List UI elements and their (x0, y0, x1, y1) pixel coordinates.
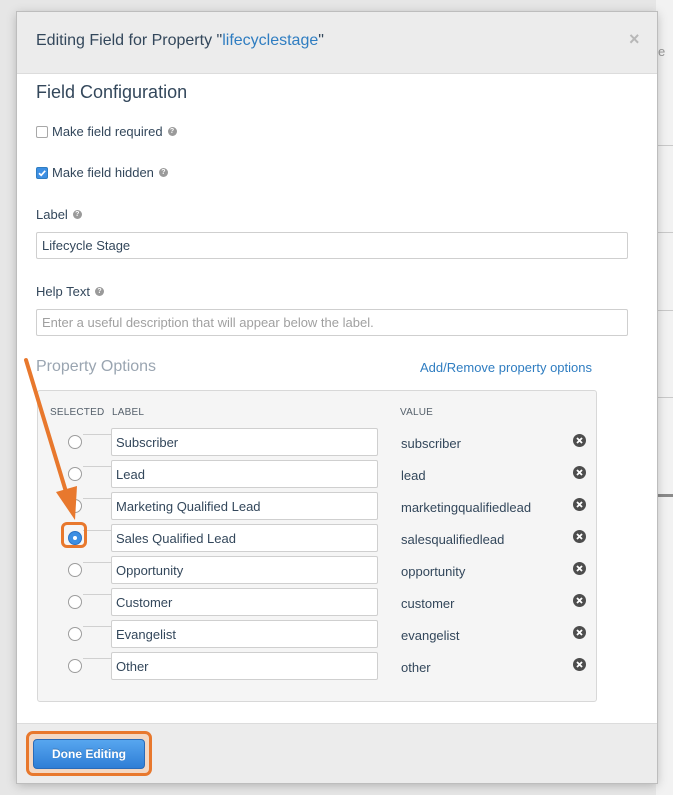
option-row: other (38, 652, 598, 680)
label-field-heading: Label ? (36, 207, 82, 222)
modal-footer: Done Editing (17, 723, 657, 783)
option-label-input[interactable] (111, 652, 378, 680)
option-row: subscriber (38, 428, 598, 456)
x-circle-icon[interactable] (573, 658, 586, 671)
help-text-heading: Help Text ? (36, 284, 104, 299)
option-value: salesqualifiedlead (401, 532, 505, 547)
option-selected-radio[interactable] (68, 563, 82, 577)
option-label-input[interactable] (111, 620, 378, 648)
option-label-input[interactable] (111, 460, 378, 488)
row-guide-line (83, 594, 113, 595)
column-header-value: VALUE (400, 407, 434, 418)
option-value: marketingqualifiedlead (401, 500, 532, 515)
make-field-hidden-row[interactable]: Make field hidden ? (36, 165, 168, 180)
row-guide-line (83, 530, 113, 531)
option-selected-radio[interactable] (68, 435, 82, 449)
option-row: lead (38, 460, 598, 488)
make-field-hidden-label: Make field hidden (52, 165, 154, 180)
option-label-input[interactable] (111, 492, 378, 520)
add-remove-options-link[interactable]: Add/Remove property options (420, 360, 592, 375)
done-editing-button[interactable]: Done Editing (33, 739, 145, 769)
row-guide-line (83, 562, 113, 563)
row-guide-line (83, 434, 113, 435)
column-header-label: LABEL (112, 407, 145, 418)
x-circle-icon[interactable] (573, 498, 586, 511)
background-divider (656, 494, 673, 497)
background-peek-text: e (658, 44, 666, 59)
option-selected-radio[interactable] (68, 627, 82, 641)
option-label-input[interactable] (111, 524, 378, 552)
option-label-input[interactable] (111, 556, 378, 584)
option-value: subscriber (401, 436, 461, 451)
question-circle-icon[interactable]: ? (167, 127, 177, 136)
option-selected-radio[interactable] (68, 659, 82, 673)
option-value: customer (401, 596, 455, 611)
question-circle-icon[interactable]: ? (72, 210, 82, 219)
property-options-heading: Property Options (36, 358, 157, 375)
option-value: opportunity (401, 564, 466, 579)
x-circle-icon[interactable] (573, 562, 586, 575)
label-heading-text: Label (36, 207, 68, 222)
row-guide-line (83, 466, 113, 467)
x-circle-icon[interactable] (573, 594, 586, 607)
question-circle-icon[interactable]: ? (94, 287, 104, 296)
row-guide-line (83, 658, 113, 659)
background-divider (656, 310, 673, 311)
question-circle-icon[interactable]: ? (158, 168, 168, 177)
option-selected-radio[interactable] (68, 531, 82, 545)
modal-title: Editing Field for Property "lifecyclesta… (36, 32, 324, 50)
row-guide-line (83, 626, 113, 627)
option-label-input[interactable] (111, 428, 378, 456)
modal-title-prefix: Editing Field for Property " (36, 32, 223, 49)
help-text-input[interactable] (36, 309, 628, 336)
help-text-heading-text: Help Text (36, 284, 90, 299)
option-row: customer (38, 588, 598, 616)
x-circle-icon[interactable] (573, 466, 586, 479)
label-input[interactable] (36, 232, 628, 259)
background-divider (656, 145, 673, 146)
make-field-required-label: Make field required (52, 124, 163, 139)
edit-field-modal: Editing Field for Property "lifecyclesta… (17, 12, 657, 783)
row-guide-line (83, 498, 113, 499)
option-selected-radio[interactable] (68, 499, 82, 513)
x-circle-icon[interactable] (573, 626, 586, 639)
option-value: evangelist (401, 628, 460, 643)
x-circle-icon[interactable] (573, 530, 586, 543)
option-selected-radio[interactable] (68, 467, 82, 481)
option-row: evangelist (38, 620, 598, 648)
close-icon[interactable]: × (629, 30, 640, 48)
option-label-input[interactable] (111, 588, 378, 616)
checkmark-icon (38, 169, 46, 177)
option-row: opportunity (38, 556, 598, 584)
make-field-required-checkbox[interactable] (36, 125, 48, 138)
option-value: other (401, 660, 431, 675)
annotation-highlight-box: Done Editing (26, 731, 152, 776)
make-field-hidden-checkbox[interactable] (36, 166, 48, 179)
property-name: lifecyclestage (222, 32, 319, 49)
option-row: sales qualified lead (38, 524, 598, 552)
modal-title-suffix: " (318, 32, 324, 49)
x-circle-icon[interactable] (573, 434, 586, 447)
background-page-edge: e (656, 0, 673, 795)
option-selected-radio[interactable] (68, 595, 82, 609)
field-configuration-heading: Field Configuration (36, 82, 188, 102)
background-divider (656, 232, 673, 233)
background-divider (656, 397, 673, 398)
option-row: marketing qualified lead (38, 492, 598, 520)
column-header-selected: SELECTED (50, 407, 105, 418)
option-value: lead (401, 468, 426, 483)
property-options-table: SELECTED LABEL VALUE subscriber lead marke… (37, 390, 597, 702)
modal-header: Editing Field for Property "lifecyclesta… (17, 12, 657, 74)
make-field-required-row[interactable]: Make field required ? (36, 124, 177, 139)
